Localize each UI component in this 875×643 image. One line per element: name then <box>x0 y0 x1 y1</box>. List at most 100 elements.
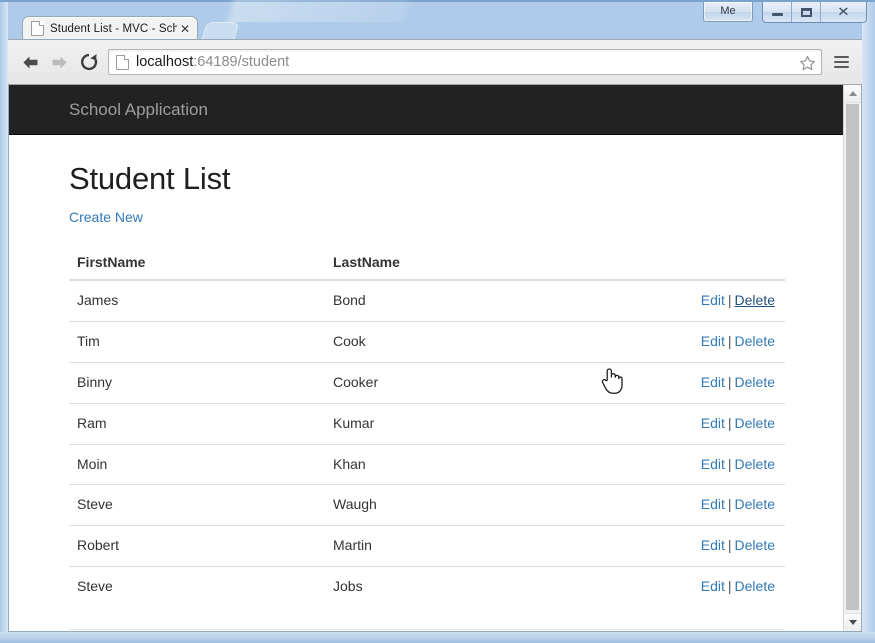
delete-link[interactable]: Delete <box>735 292 775 308</box>
column-header-lastname: LastName <box>325 246 581 282</box>
action-separator: | <box>727 455 732 472</box>
action-separator: | <box>727 332 732 349</box>
cell-lastname: Cooker <box>325 361 581 404</box>
action-separator: | <box>727 537 732 554</box>
chrome-menu-icon[interactable] <box>828 49 854 75</box>
table-header-row: FirstName LastName <box>69 246 785 282</box>
url-path: :64189/student <box>193 54 290 70</box>
url-text: localhost:64189/student <box>136 54 289 70</box>
student-table: FirstName LastName James Bond Edit | Delete T… <box>69 246 785 608</box>
cell-actions: Edit | Delete <box>581 443 785 485</box>
cell-firstname: James <box>77 292 119 309</box>
tab-title: Student List - MVC - Scho <box>50 22 177 35</box>
window-frame-left-edge <box>0 2 8 643</box>
scrollbar-thumb[interactable] <box>846 104 859 610</box>
navbar-brand[interactable]: School Application <box>69 101 208 118</box>
cell-actions: Edit | Delete <box>581 566 785 608</box>
action-separator: | <box>727 578 732 595</box>
page-viewport: School Application Student List Create N… <box>8 85 862 632</box>
cell-lastname: Kumar <box>325 402 581 445</box>
menu-bar-2 <box>833 61 849 63</box>
action-separator: | <box>727 414 732 431</box>
action-separator: | <box>727 373 732 390</box>
cell-lastname: Martin <box>325 525 581 567</box>
page-favicon-icon <box>31 21 44 36</box>
tab-close-icon[interactable]: ✕ <box>177 23 193 35</box>
delete-link[interactable]: Delete <box>735 537 775 553</box>
forward-button <box>45 48 74 77</box>
window-frame-right-edge <box>862 2 875 643</box>
cell-actions: Edit | Delete <box>581 402 785 445</box>
chrome-browser: Student List - MVC - Scho ✕ localhost:64… <box>8 0 862 632</box>
cell-firstname: Steve <box>69 484 325 526</box>
tab-student-list[interactable]: Student List - MVC - Scho ✕ <box>22 16 198 40</box>
table-head: FirstName LastName <box>69 246 785 282</box>
column-header-actions <box>581 246 785 282</box>
cell-firstname: Tim <box>69 320 325 363</box>
omnibox-page-icon <box>116 54 129 70</box>
cell-actions: Edit | Delete <box>581 525 785 567</box>
edit-link[interactable]: Edit <box>701 578 725 594</box>
cell-firstname: Ram <box>69 402 325 445</box>
edit-link[interactable]: Edit <box>701 456 725 472</box>
cell-actions: Edit | Delete <box>581 320 785 363</box>
table-body: James Bond Edit | Delete Tim Cook Edit | Delete Bi… <box>69 280 785 608</box>
vertical-scrollbar[interactable] <box>843 85 861 631</box>
delete-link[interactable]: Delete <box>735 415 775 431</box>
table-row: Binny Cooker Edit | Delete <box>69 361 785 404</box>
cell-lastname: Jobs <box>325 566 581 608</box>
web-page: School Application Student List Create N… <box>9 85 845 631</box>
action-separator: | <box>727 292 732 309</box>
page-title: Student List <box>69 161 231 196</box>
tab-strip: Student List - MVC - Scho ✕ <box>8 0 862 40</box>
reload-button[interactable] <box>74 48 103 77</box>
menu-bar-3 <box>833 66 849 68</box>
delete-link[interactable]: Delete <box>735 456 775 472</box>
browser-toolbar: localhost:64189/student <box>8 40 862 85</box>
table-row: James Bond Edit | Delete <box>69 280 785 321</box>
edit-link[interactable]: Edit <box>701 496 725 512</box>
scroll-down-button[interactable] <box>844 613 861 631</box>
edit-link[interactable]: Edit <box>701 537 725 553</box>
cell-lastname: Waugh <box>325 484 581 526</box>
cell-actions: Edit | Delete <box>581 361 785 404</box>
delete-link[interactable]: Delete <box>735 578 775 594</box>
site-navbar: School Application <box>9 85 845 135</box>
chevron-up-icon <box>848 91 857 96</box>
chevron-down-icon <box>848 620 857 625</box>
table-row: Tim Cook Edit | Delete <box>69 320 785 363</box>
page-container: Student List Create New FirstName LastNa… <box>9 161 845 608</box>
create-new-link[interactable]: Create New <box>69 209 143 225</box>
table-row: Robert Martin Edit | Delete <box>69 525 785 567</box>
cell-firstname: Steve <box>69 566 325 608</box>
url-host: localhost <box>136 54 194 70</box>
cell-lastname: Khan <box>325 443 581 485</box>
table-row: Moin Khan Edit | Delete <box>69 443 785 485</box>
delete-link[interactable]: Delete <box>735 374 775 390</box>
back-button[interactable] <box>16 48 45 77</box>
create-new-wrapper: Create New <box>69 209 785 225</box>
edit-link[interactable]: Edit <box>701 333 725 349</box>
table-row: Steve Waugh Edit | Delete <box>69 484 785 526</box>
site-footer: © 2016 - My ASP.NET Application <box>69 629 785 631</box>
menu-bar-1 <box>833 56 849 58</box>
window-frame-bottom-edge <box>0 632 875 643</box>
address-bar[interactable]: localhost:64189/student <box>108 49 822 75</box>
edit-link[interactable]: Edit <box>701 292 725 308</box>
new-tab-button[interactable] <box>201 22 240 40</box>
column-header-firstname: FirstName <box>69 246 325 282</box>
browser-window: Me ✕ Student List - MVC - Scho ✕ localho… <box>0 0 875 643</box>
cell-actions: Edit | Delete <box>581 280 785 321</box>
cell-lastname: Cook <box>325 320 581 363</box>
bookmark-star-icon[interactable] <box>797 53 817 73</box>
delete-link[interactable]: Delete <box>735 496 775 512</box>
action-separator: | <box>727 496 732 513</box>
edit-link[interactable]: Edit <box>701 415 725 431</box>
cell-actions: Edit | Delete <box>581 484 785 526</box>
cell-lastname: Bond <box>333 292 366 309</box>
scroll-up-button[interactable] <box>844 85 861 103</box>
table-row: Steve Jobs Edit | Delete <box>69 566 785 608</box>
cell-firstname: Binny <box>69 361 325 404</box>
delete-link[interactable]: Delete <box>735 333 775 349</box>
edit-link[interactable]: Edit <box>701 374 725 390</box>
